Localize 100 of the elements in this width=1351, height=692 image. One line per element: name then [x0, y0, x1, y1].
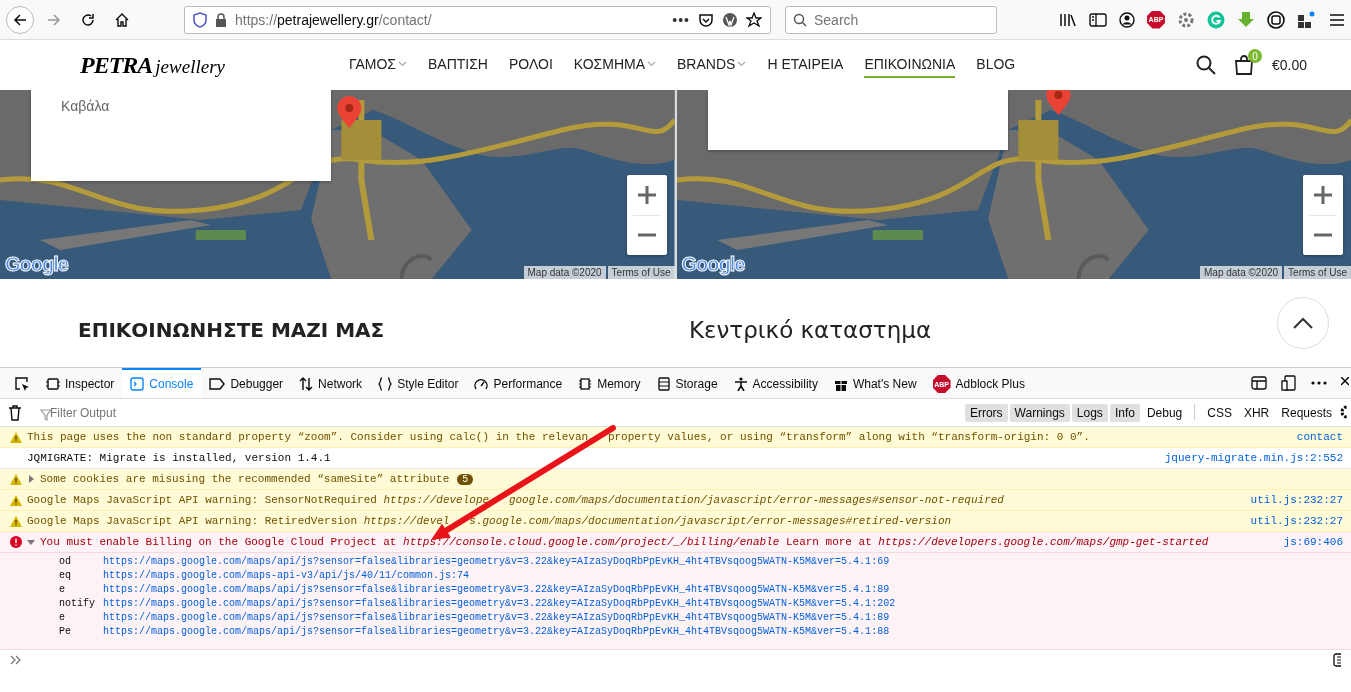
warning-icon: [10, 473, 22, 485]
cart-bag-icon[interactable]: [1233, 55, 1254, 75]
star-icon[interactable]: [746, 11, 762, 28]
address-text: Καβάλα: [61, 98, 110, 114]
source-link[interactable]: util.js:232:27: [1250, 494, 1343, 506]
storage-icon: [656, 377, 671, 391]
map-attribution: Map data ©2020: [523, 266, 606, 279]
back-button[interactable]: [6, 5, 34, 34]
devtools-tab[interactable]: Storage: [648, 368, 726, 398]
dock-layout-icon[interactable]: [1251, 376, 1267, 390]
gear-icon[interactable]: [1177, 10, 1195, 29]
debugger-icon: [209, 378, 226, 390]
devtools-tab[interactable]: Style Editor: [370, 368, 467, 398]
devtools-tab[interactable]: Debugger: [201, 368, 292, 398]
cart-count-badge: 0: [1247, 49, 1262, 63]
map-attribution: Map data ©2020: [1200, 266, 1283, 279]
nav-link[interactable]: ΚΟΣΜΗΜΑ: [573, 52, 657, 78]
devtools-tab[interactable]: Memory: [570, 368, 649, 398]
stack-frame-link[interactable]: https://maps.google.com/maps/api/js?sensor=false&libraries=geometry&v=3.22&key=AIzaSyDoqRbPpEvKH_4ht4TBVsqoog5WATN-K5M&ver=5.4.1:69: [103, 555, 890, 569]
plus-icon: [637, 185, 656, 204]
responsive-design-icon[interactable]: [1281, 375, 1297, 391]
devtools-tab[interactable]: What's New: [825, 368, 925, 398]
stack-frame-link[interactable]: https://maps.google.com/maps/api/js?sensor=false&libraries=geometry&v=3.22&key=AIzaSyDoqRbPpEvKH_4ht4TBVsqoog5WATN-K5M&ver=5.4.1:202: [103, 597, 896, 611]
terms-link[interactable]: Terms of Use: [1284, 266, 1351, 279]
trash-icon[interactable]: [8, 404, 22, 421]
site-logo[interactable]: PETRAjewellery: [80, 51, 349, 79]
extensions-grid-icon[interactable]: [1297, 10, 1317, 29]
search-field[interactable]: Search: [785, 5, 997, 34]
collapsed-triangle-icon[interactable]: [27, 475, 35, 483]
sidebar-icon[interactable]: [1089, 11, 1107, 28]
message-text: Google Maps JavaScript API warning: RetiredVersion https://devel: [27, 515, 450, 527]
error-icon: [10, 536, 22, 548]
page-actions-button[interactable]: •••: [672, 11, 690, 28]
search-icon[interactable]: [1195, 55, 1216, 75]
download-arrow-icon[interactable]: [1237, 10, 1255, 29]
stack-frame-link[interactable]: https://maps.google.com/maps/api/js?sensor=false&libraries=geometry&v=3.22&key=AIzaSyDoqRbPpEvKH_4ht4TBVsqoog5WATN-K5M&ver=5.4.1:89: [103, 583, 890, 597]
request-type-filter[interactable]: CSS: [1202, 403, 1237, 422]
function-name: Pe: [58, 625, 72, 639]
devtools-tab[interactable]: Accessibility: [725, 368, 826, 398]
nav-link[interactable]: BLOG: [976, 52, 1016, 78]
filter-icon: [40, 408, 52, 421]
expanded-triangle-icon[interactable]: [27, 538, 35, 546]
accessibility-figure-icon: [733, 377, 748, 391]
devtools-tab[interactable]: Performance: [466, 368, 571, 398]
nav-link[interactable]: ΕΠΙΚΟΙΝΩΝΙΑ: [864, 52, 956, 78]
section-heading: ΕΠΙΚΟΙΝΩΝΗΣΤΕ ΜΑΖΙ ΜΑΣ: [78, 318, 386, 342]
home-icon: [114, 12, 130, 27]
address-bar[interactable]: https://petrajewellery.gr/contact/ •••: [184, 5, 771, 34]
devtools-tab[interactable]: Console: [122, 368, 202, 398]
warning-icon: [10, 431, 22, 443]
log-level-filter[interactable]: Logs: [1071, 403, 1108, 422]
devtools-tab[interactable]: Network: [291, 368, 371, 398]
function-name: eq: [58, 569, 72, 583]
element-picker-icon: [14, 376, 30, 392]
shield-icon[interactable]: [193, 11, 207, 28]
network-arrows-icon: [299, 377, 314, 391]
stack-frame-link[interactable]: https://maps.google.com/maps/api/js?sensor=false&libraries=geometry&v=3.22&key=AIzaSyDoqRbPpEvKH_4ht4TBVsqoog5WATN-K5M&ver=5.4.1:89: [103, 611, 890, 625]
message-text: property values, or using “transform” along with “transform-origin: 0 0”.: [607, 431, 1090, 443]
log-level-filter[interactable]: Debug: [1141, 403, 1188, 422]
nav-link[interactable]: ΒΑΠΤΙΣΗ: [428, 52, 488, 78]
log-level-filter[interactable]: Warnings: [1009, 403, 1070, 422]
stack-frame-link[interactable]: https://maps.google.com/maps-api-v3/api/js/40/11/common.js:74: [103, 569, 470, 583]
source-link[interactable]: jquery-migrate.min.js:2:552: [1164, 452, 1343, 464]
devtools-tab[interactable]: Inspector: [38, 368, 123, 398]
source-link[interactable]: util.js:232:27: [1250, 515, 1343, 527]
wordpress-icon[interactable]: [722, 11, 738, 28]
log-level-filter[interactable]: Errors: [964, 403, 1008, 422]
more-options-icon[interactable]: [1311, 381, 1327, 385]
prompt-chevrons-icon[interactable]: [10, 655, 22, 665]
minus-icon: [1314, 233, 1332, 238]
source-link[interactable]: js:69:406: [1283, 536, 1343, 548]
nav-link[interactable]: ΓΑΜΟΣ: [349, 52, 407, 78]
filter-output-field[interactable]: Filter Output: [32, 401, 932, 424]
menu-icon[interactable]: [1329, 12, 1345, 27]
source-link[interactable]: contact: [1296, 431, 1343, 443]
plus-icon: [1314, 185, 1332, 204]
nav-link[interactable]: ΡΟΛΟΙ: [509, 52, 553, 78]
memory-chip-icon: [578, 377, 593, 391]
nav-link[interactable]: Η ΕΤΑΙΡΕΙΑ: [767, 52, 844, 78]
cart-total: €0.00: [1271, 57, 1307, 73]
console-icon: [130, 377, 145, 391]
function-name: notify: [58, 597, 96, 611]
search-icon: [793, 12, 807, 27]
account-icon[interactable]: [1119, 11, 1135, 28]
terms-link[interactable]: Terms of Use: [607, 266, 675, 279]
message-text: Some cookies are misusing the recommended “sameSite” attribute: [40, 473, 450, 485]
gauge-icon: [474, 377, 489, 391]
library-icon[interactable]: [1059, 11, 1077, 28]
request-type-filter[interactable]: XHR: [1238, 403, 1275, 422]
stack-frame-link[interactable]: https://maps.google.com/maps/api/js?sensor=false&libraries=geometry&v=3.22&key=AIzaSyDoqRbPpEvKH_4ht4TBVsqoog5WATN-K5M&ver=5.4.1:88: [103, 625, 890, 639]
nav-link[interactable]: BRANDS: [677, 52, 747, 78]
warning-icon: [10, 494, 22, 506]
message-text: You must enable Billing on the Google Cloud Project at https://console.cloud.google.com/project/_/billing/enable Learn more at https://developers.google.com/maps/gmp-get-started: [40, 536, 1209, 548]
sidebar-toggle-icon[interactable]: [1333, 653, 1341, 667]
pocket-icon[interactable]: [698, 11, 714, 28]
warning-icon: [10, 515, 22, 527]
message-text: Google Maps JavaScript API warning: SensorNotRequired https://develope: [27, 494, 490, 506]
request-type-filter[interactable]: Requests: [1276, 403, 1337, 422]
log-level-filter[interactable]: Info: [1109, 403, 1140, 422]
message-text: This page uses the non standard property “zoom”. Consider using calc() in the relevan: [27, 431, 589, 443]
